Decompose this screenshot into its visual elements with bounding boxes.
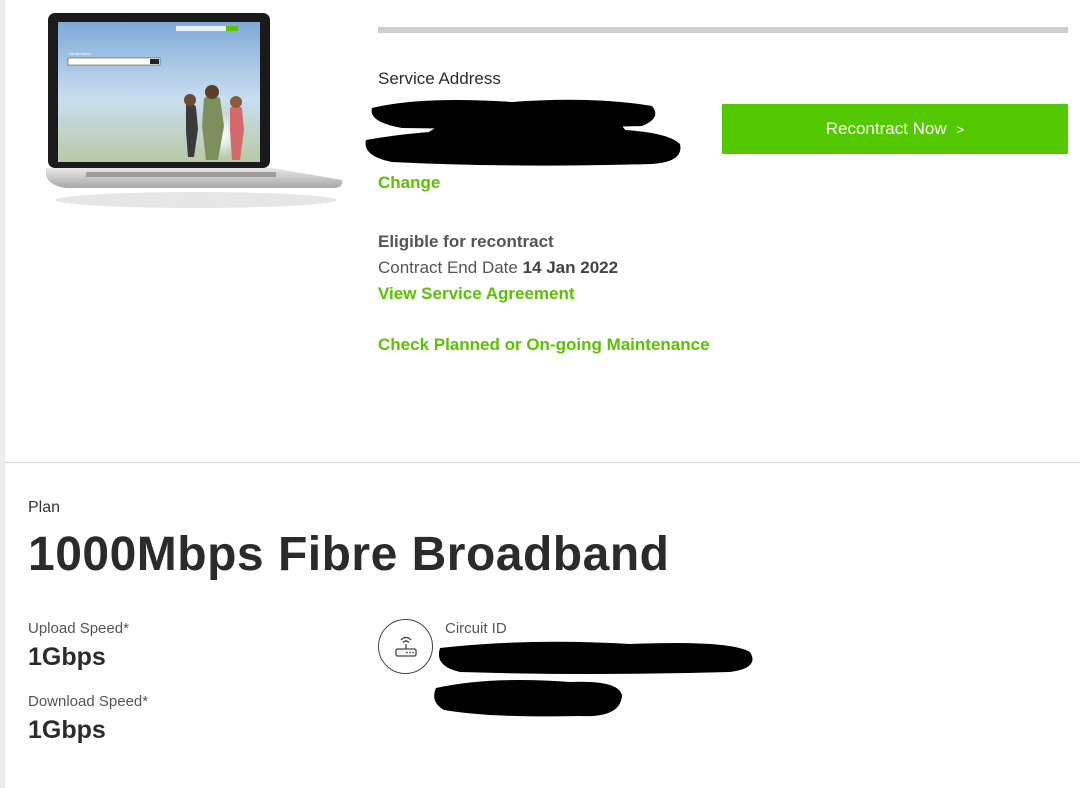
view-service-agreement-link[interactable]: View Service Agreement [378,284,575,304]
maintenance-link[interactable]: Check Planned or On-going Maintenance [378,335,710,355]
plan-label: Plan [28,499,61,516]
redacted-circuit-id [434,641,753,717]
contract-end-date: 14 Jan 2022 [522,258,619,277]
svg-text:Gmail Inbox: Gmail Inbox [69,51,90,56]
upload-speed-label: Upload Speed* [28,620,129,637]
service-address-label: Service Address [378,69,501,88]
eligibility-status: Eligible for recontract [378,232,554,251]
circuit-id-label: Circuit ID [445,620,507,637]
recontract-now-button[interactable]: Recontract Now > [722,104,1068,154]
section-divider [5,462,1080,463]
progress-divider [378,27,1068,33]
recontract-button-label: Recontract Now [825,119,947,138]
router-icon [378,619,433,674]
download-speed-value: 1Gbps [28,716,106,744]
chevron-right-icon: > [956,121,965,137]
laptop-image: Gmail Inbox [46,13,343,208]
contract-end-line: Contract End Date 14 Jan 2022 [378,258,618,278]
redacted-service-address [365,99,681,166]
change-address-link[interactable]: Change [378,173,440,193]
upload-speed-value: 1Gbps [28,643,106,671]
plan-name: 1000Mbps Fibre Broadband [28,528,670,581]
left-edge-rule [0,0,5,788]
download-speed-label: Download Speed* [28,693,149,710]
contract-end-label: Contract End Date [378,258,518,277]
